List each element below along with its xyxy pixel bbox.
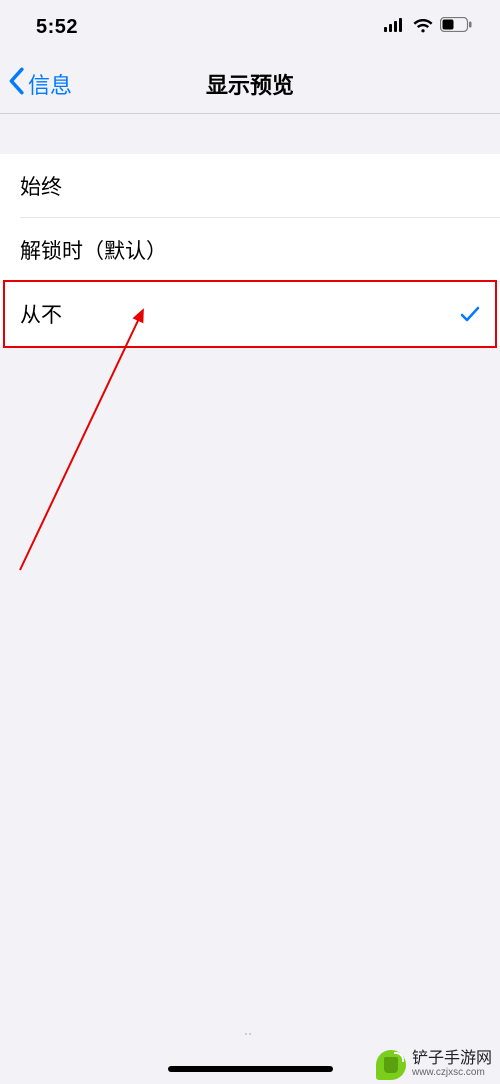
watermark: 铲子手游网 www.czjxsc.com: [376, 1050, 492, 1080]
chevron-left-icon: [6, 67, 26, 101]
option-label: 始终: [20, 171, 62, 201]
section-spacer: [0, 114, 500, 154]
nav-bar: 信息 显示预览: [0, 54, 500, 114]
preview-options-list: 始终 解锁时（默认） 从不: [0, 154, 500, 346]
option-always[interactable]: 始终: [0, 154, 500, 218]
cellular-signal-icon: [384, 18, 406, 37]
option-when-unlocked[interactable]: 解锁时（默认）: [0, 218, 500, 282]
watermark-site-name: 铲子手游网: [412, 1051, 492, 1068]
watermark-logo-icon: [376, 1050, 406, 1080]
status-icons: [384, 17, 472, 38]
back-button[interactable]: 信息: [0, 67, 72, 101]
wifi-icon: [412, 17, 434, 38]
page-title: 显示预览: [206, 68, 294, 100]
checkmark-icon: [458, 302, 482, 326]
back-label: 信息: [28, 68, 72, 100]
multitask-dots-icon: ⠤: [243, 1023, 257, 1040]
option-label: 解锁时（默认）: [20, 235, 167, 265]
home-indicator[interactable]: [168, 1066, 333, 1072]
option-label: 从不: [20, 299, 62, 329]
status-bar: 5:52: [0, 0, 500, 54]
option-never[interactable]: 从不: [0, 282, 500, 346]
status-time: 5:52: [36, 16, 78, 39]
battery-icon: [440, 17, 472, 37]
watermark-url: www.czjxsc.com: [412, 1068, 492, 1079]
